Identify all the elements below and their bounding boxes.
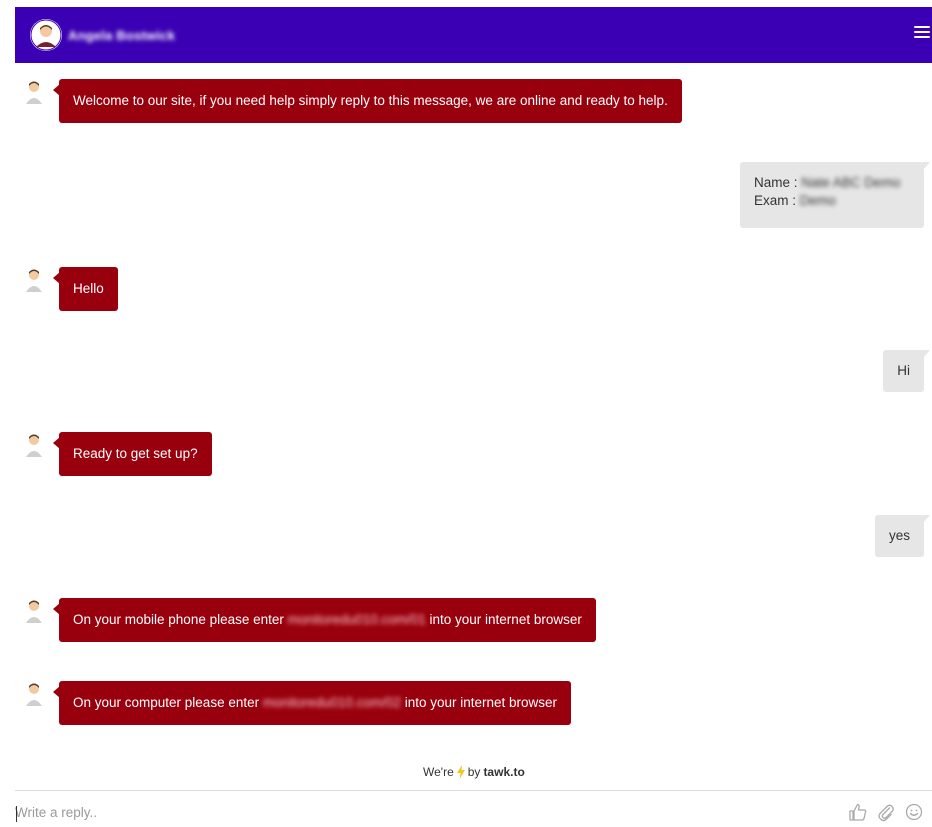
message-text: yes — [888, 528, 910, 543]
message-text: Ready to get set up? — [73, 446, 198, 461]
chat-header: Angela Bostwick — [15, 7, 932, 63]
agent-message: On your computer please enter monitoredu… — [52, 681, 572, 725]
agent-message: Hello — [53, 267, 118, 311]
name-row: Name : Nate ABC Demo — [754, 175, 901, 190]
reply-input[interactable] — [15, 800, 795, 824]
lightning-icon — [456, 765, 465, 779]
visitor-message: Name : Nate ABC Demo Exam : Demo — [740, 162, 930, 228]
visitor-message: yes — [874, 515, 931, 557]
message-text: Hi — [897, 363, 910, 378]
message-text: Hello — [73, 281, 104, 296]
agent-avatar-icon — [26, 683, 42, 706]
agent-message: On your mobile phone please enter monito… — [53, 598, 596, 642]
agent-message: Welcome to our site, if you need help si… — [53, 79, 682, 123]
agent-avatar-icon — [26, 434, 42, 457]
agent-avatar-icon — [26, 269, 42, 292]
setup-link[interactable]: monitoredu010.com/02 — [263, 695, 401, 710]
agent-name: Angela Bostwick — [68, 27, 176, 43]
thumbs-up-icon[interactable] — [848, 802, 868, 822]
setup-link[interactable]: monitoredu010.com/01 — [288, 612, 426, 627]
exam-row: Exam : Demo — [754, 193, 836, 208]
agent-avatar-icon — [26, 600, 42, 623]
agent-avatar-icon — [26, 81, 42, 104]
smiley-icon[interactable] — [904, 802, 924, 822]
agent-message: Ready to get set up? — [53, 432, 212, 476]
visitor-message: Hi — [883, 350, 930, 392]
text-caret — [16, 806, 17, 822]
composer-divider — [15, 790, 932, 791]
agent-avatar — [30, 19, 62, 51]
hamburger-menu-icon[interactable] — [914, 21, 930, 43]
message-text: Welcome to our site, if you need help si… — [73, 93, 668, 108]
powered-by[interactable]: We're by tawk.to — [423, 765, 525, 779]
paperclip-icon[interactable] — [876, 802, 896, 822]
